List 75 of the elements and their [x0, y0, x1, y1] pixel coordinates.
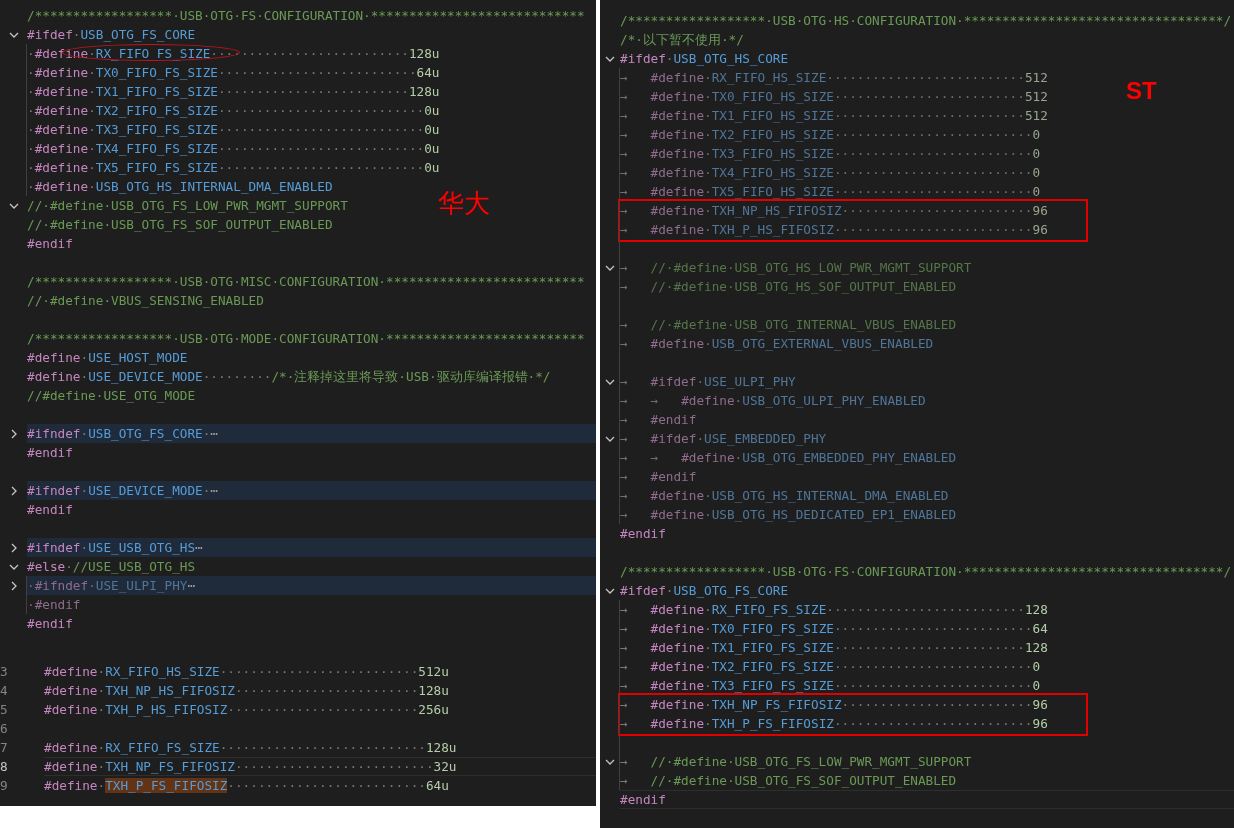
- code-line: #ifdef·USB_OTG_FS_CORE: [27, 26, 196, 44]
- code-line: → #ifdef·USE_ULPI_PHY: [619, 372, 796, 391]
- line-number: 8: [0, 758, 8, 776]
- code-line: #endif: [27, 615, 73, 633]
- code-line: #define·TXH_P_HS_FIFOSIZ·························256u: [44, 701, 449, 719]
- code-line: #define·USE_HOST_MODE: [27, 349, 188, 367]
- code-line: → //·#define·USB_OTG_FS_LOW_PWR_MGMT_SUPPORT: [619, 752, 972, 771]
- code-line: ·#define·USB_OTG_HS_INTERNAL_DMA_ENABLED: [26, 177, 333, 196]
- code-line: → #define·TXH_P_HS_FIFOSIZ··························96: [619, 220, 1048, 239]
- code-line: #endif: [620, 790, 1234, 809]
- code-line: → #define·TX5_FIFO_HS_SIZE··························0: [619, 182, 1041, 201]
- code-line: /******************·USB·OTG·MISC·CONFIGURATION·**************************: [27, 273, 585, 291]
- code-line: #define·RX_FIFO_FS_SIZE···························128u: [44, 739, 457, 757]
- line-number: 4: [0, 682, 8, 700]
- code-line: → #define·TX3_FIFO_HS_SIZE··························0: [619, 144, 1041, 163]
- code-line: #endif: [27, 235, 73, 253]
- code-line: ·#define·TX1_FIFO_FS_SIZE·························128u: [26, 82, 440, 101]
- code-line: ·#define·TX2_FIFO_FS_SIZE···························0u: [26, 101, 440, 120]
- code-line: //·#define·VBUS_SENSING_ENABLED: [27, 292, 264, 310]
- code-line: → #define·TXH_P_FS_FIFOSIZ··························96: [619, 714, 1048, 733]
- code-line: /******************·USB·OTG·MODE·CONFIGURATION·**************************: [27, 330, 585, 348]
- code-line: //·#define·USB_OTG_FS_LOW_PWR_MGMT_SUPPORT: [27, 197, 348, 215]
- code-line: → #define·RX_FIFO_FS_SIZE··························128: [619, 600, 1048, 619]
- code-line: #define·RX_FIFO_HS_SIZE··························512u: [44, 663, 449, 681]
- code-line: → #endif: [619, 467, 697, 486]
- code-line: #endif: [27, 444, 73, 462]
- code-line: #endif: [27, 501, 73, 519]
- code-line: ·#define·TX3_FIFO_FS_SIZE···························0u: [26, 120, 440, 139]
- code-line: → #define·TX2_FIFO_FS_SIZE··························0: [619, 657, 1041, 676]
- code-line: #define·TXH_P_FS_FIFOSIZ··························64u: [44, 777, 449, 795]
- code-line: #ifdef·USB_OTG_HS_CORE: [620, 50, 789, 68]
- code-line: → → #define·USB_OTG_ULPI_PHY_ENABLED: [619, 391, 926, 410]
- code-line: #ifdef·USB_OTG_FS_CORE: [620, 582, 789, 600]
- code-line: → //·#define·USB_OTG_FS_SOF_OUTPUT_ENABLED: [619, 771, 957, 790]
- code-line: → #define·TX1_FIFO_FS_SIZE·························128: [619, 638, 1048, 657]
- code-line: → #ifdef·USE_EMBEDDED_PHY: [619, 429, 827, 448]
- code-line: //#define·USE_OTG_MODE: [27, 387, 196, 405]
- code-line: /*·以下暂不使用·*/: [620, 31, 744, 49]
- code-line: → #define·TXH_NP_FS_FIFOSIZ·························96: [619, 695, 1048, 714]
- code-line: → #define·TX3_FIFO_FS_SIZE··························0: [619, 676, 1041, 695]
- code-line: #define·TXH_NP_FS_FIFOSIZ··························32u: [44, 757, 596, 776]
- code-line: → → #define·USB_OTG_EMBEDDED_PHY_ENABLED: [619, 448, 957, 467]
- code-line: /******************·USB·OTG·HS·CONFIGURATION·**********************************/: [620, 12, 1232, 30]
- code-line: ·#endif: [26, 595, 81, 614]
- code-line: ·#define·TX0_FIFO_FS_SIZE··························64u: [26, 63, 440, 82]
- line-number: 6: [0, 720, 8, 738]
- code-line: → #define·TX4_FIFO_HS_SIZE··························0: [619, 163, 1041, 182]
- code-line: ·#define·TX4_FIFO_FS_SIZE···························0u: [26, 139, 440, 158]
- code-line: → #define·TX0_FIFO_FS_SIZE··························64: [619, 619, 1048, 638]
- code-line: → #define·TX2_FIFO_HS_SIZE··························0: [619, 125, 1041, 144]
- code-line: /******************·USB·OTG·FS·CONFIGURATION·**********************************/: [620, 563, 1232, 581]
- code-line: #define·USE_DEVICE_MODE·········/*·注释掉这里将导致·USB·驱动库编译报错·*/: [27, 368, 551, 386]
- line-number: 7: [0, 739, 8, 757]
- code-line: ·#define·TX5_FIFO_FS_SIZE···························0u: [26, 158, 440, 177]
- code-line: → #define·TX1_FIFO_HS_SIZE·························512: [619, 106, 1048, 125]
- code-line: → //·#define·USB_OTG_HS_SOF_OUTPUT_ENABLED: [619, 277, 957, 296]
- code-line: → //·#define·USB_OTG_INTERNAL_VBUS_ENABLED: [619, 315, 957, 334]
- code-line: → #define·TX0_FIFO_HS_SIZE·························512: [619, 87, 1048, 106]
- line-number: 3: [0, 663, 8, 681]
- code-line: #define·TXH_NP_HS_FIFOSIZ························128u: [44, 682, 449, 700]
- line-number: 5: [0, 701, 8, 719]
- code-line: #else·//USE_USB_OTG_HS: [27, 558, 196, 576]
- code-line: → #define·USB_OTG_EXTERNAL_VBUS_ENABLED: [619, 334, 934, 353]
- line-number: 9: [0, 777, 8, 795]
- code-line: → #define·USB_OTG_HS_INTERNAL_DMA_ENABLED: [619, 486, 949, 505]
- code-line: → //·#define·USB_OTG_HS_LOW_PWR_MGMT_SUPPORT: [619, 258, 972, 277]
- code-line: → #define·RX_FIFO_HS_SIZE··························512: [619, 68, 1048, 87]
- code-line: /******************·USB·OTG·FS·CONFIGURATION·****************************: [27, 7, 585, 25]
- annotation-label: ST: [1126, 79, 1157, 103]
- code-line: //·#define·USB_OTG_FS_SOF_OUTPUT_ENABLED: [27, 216, 333, 234]
- code-line: → #endif: [619, 410, 697, 429]
- code-line: #endif: [620, 525, 666, 543]
- code-line: → #define·TXH_NP_HS_FIFOSIZ·························96: [619, 201, 1048, 220]
- code-line: → #define·USB_OTG_HS_DEDICATED_EP1_ENABLED: [619, 505, 957, 524]
- annotation-label: 华大: [438, 190, 490, 216]
